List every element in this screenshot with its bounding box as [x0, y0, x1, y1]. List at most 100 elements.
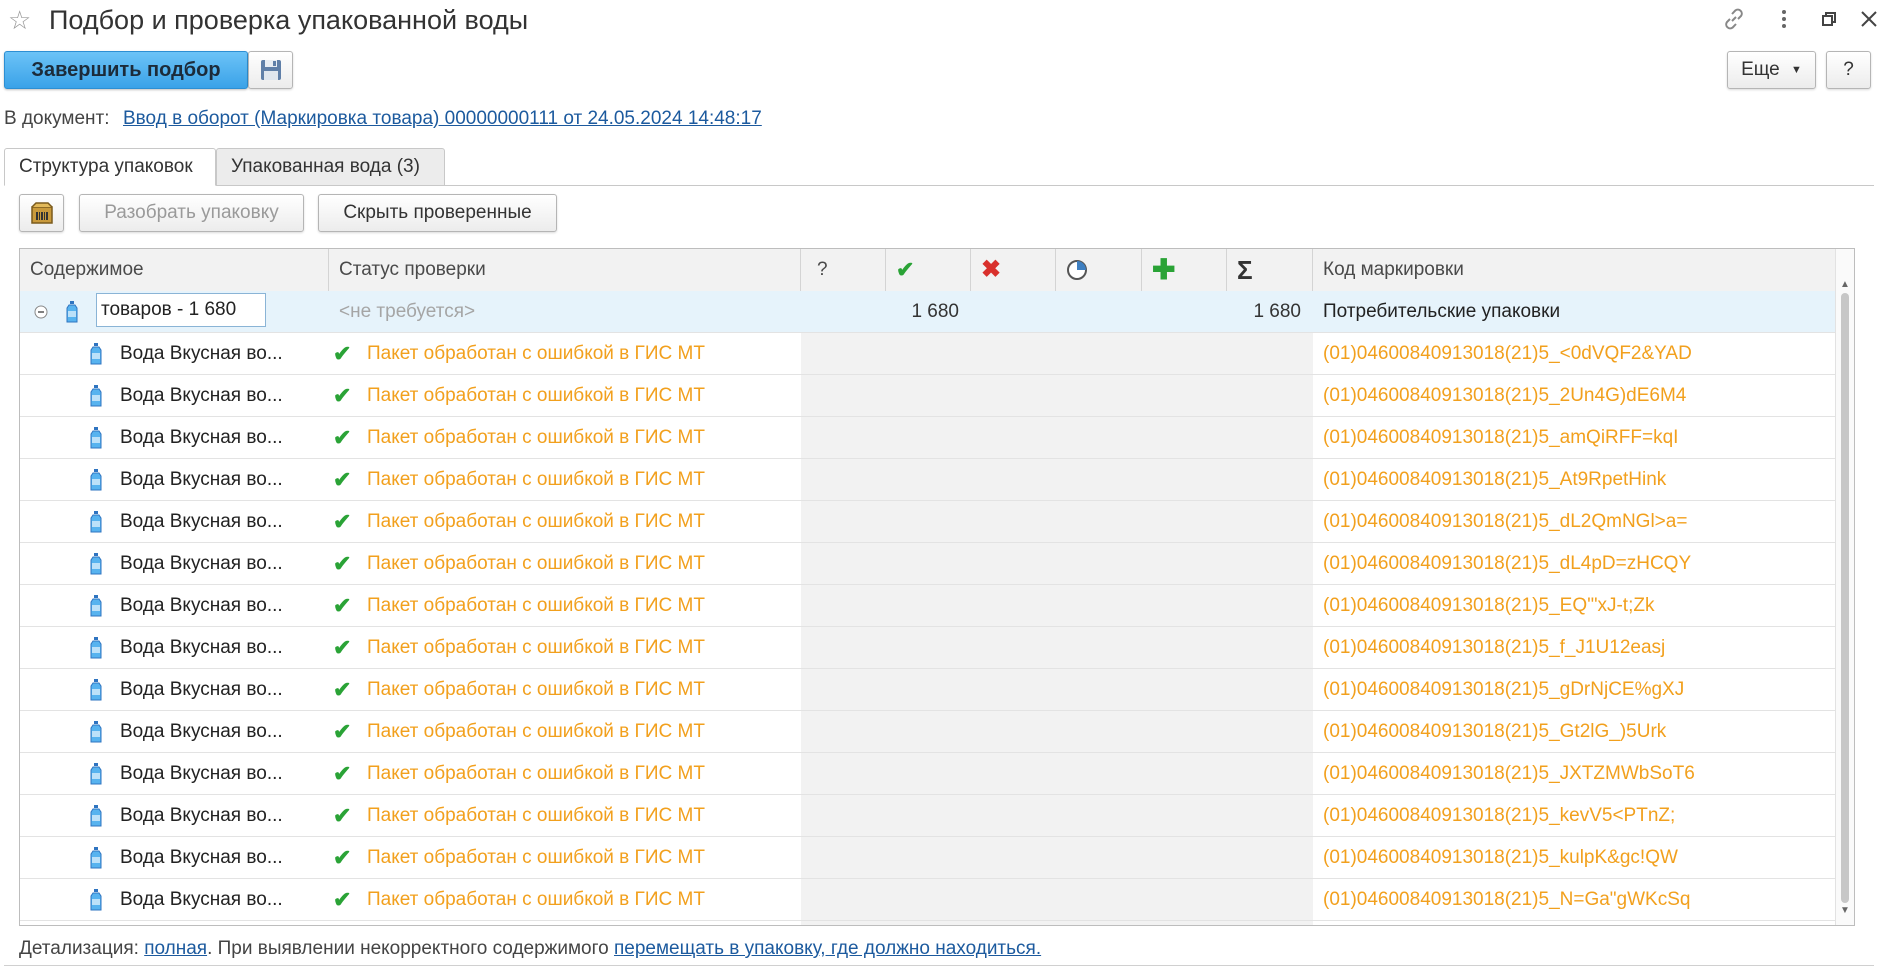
table-row-group[interactable]: товаров - 1 680 <не требуется> 1 680 1 6… — [20, 291, 1837, 333]
item-status: Пакет обработан с ошибкой в ГИС МТ — [367, 427, 705, 448]
column-errors[interactable]: ✖ — [971, 249, 1056, 291]
scrollbar-thumb[interactable] — [1841, 293, 1849, 903]
scroll-down-icon[interactable]: ▼ — [1840, 905, 1850, 916]
red-cross-icon: ✖ — [981, 256, 1002, 283]
item-marking-code: (01)04600840913018(21)5_dL2QmNGl>a= — [1323, 511, 1688, 532]
table-row[interactable]: Вода Вкусная во... ✔ Пакет обработан с оши… — [20, 543, 1837, 585]
item-counts — [801, 375, 1313, 416]
item-counts — [801, 417, 1313, 458]
column-pending[interactable] — [1056, 249, 1142, 291]
green-plus-icon: ✚ — [1152, 254, 1176, 285]
help-button[interactable]: ? — [1826, 51, 1871, 89]
detail-level-link[interactable]: полная — [144, 938, 207, 959]
chevron-down-icon: ▼ — [1791, 64, 1802, 76]
item-status: Пакет обработан с ошибкой в ГИС МТ — [367, 469, 705, 490]
more-vertical-icon[interactable] — [1770, 6, 1798, 34]
table-row[interactable]: Вода Вкусная во... ✔ Пакет обработан с оши… — [20, 795, 1837, 837]
table-row[interactable]: Вода Вкусная во... ✔ Пакет обработан с оши… — [20, 627, 1837, 669]
group-checked-count: 1 680 — [886, 291, 971, 332]
item-content: Вода Вкусная во... — [120, 595, 283, 616]
checkmark-icon: ✔ — [333, 383, 352, 408]
checkmark-icon: ✔ — [333, 887, 352, 912]
item-status: Пакет обработан с ошибкой в ГИС МТ — [367, 679, 705, 700]
link-icon[interactable] — [1720, 6, 1748, 34]
bottle-icon — [90, 459, 110, 500]
item-content: Вода Вкусная во... — [120, 637, 283, 658]
item-status: Пакет обработан с ошибкой в ГИС МТ — [367, 721, 705, 742]
unpack-button[interactable]: Разобрать упаковку — [79, 194, 304, 232]
restore-window-icon[interactable] — [1815, 6, 1843, 34]
scroll-up-icon[interactable]: ▲ — [1840, 279, 1850, 290]
tab-package-structure[interactable]: Структура упаковок — [4, 148, 216, 186]
item-status: Пакет обработан с ошибкой в ГИС МТ — [367, 847, 705, 868]
item-counts — [801, 585, 1313, 626]
finish-selection-button[interactable]: Завершить подбор — [4, 51, 248, 89]
table-row[interactable]: Вода Вкусная во... ✔ Пакет обработан с оши… — [20, 585, 1837, 627]
more-menu-button[interactable]: Еще ▼ — [1727, 51, 1816, 89]
bottle-icon — [90, 669, 110, 710]
table-row[interactable]: Вода Вкусная во... ✔ Пакет обработан с оши… — [20, 333, 1837, 375]
tab-packed-water[interactable]: Упакованная вода (3) — [216, 148, 445, 186]
bottle-icon — [90, 333, 110, 374]
table-row[interactable]: Вода Вкусная во... ✔ Пакет обработан с оши… — [20, 879, 1837, 921]
bottle-icon — [90, 375, 110, 416]
item-marking-code: (01)04600840913018(21)5_<0dVQF2&YAD — [1323, 343, 1692, 364]
package-button[interactable] — [19, 194, 64, 232]
bottle-icon — [90, 585, 110, 626]
bottle-icon — [90, 795, 110, 836]
checkmark-icon: ✔ — [333, 719, 352, 744]
item-status: Пакет обработан с ошибкой в ГИС МТ — [367, 343, 705, 364]
item-content: Вода Вкусная во... — [120, 427, 283, 448]
item-content: Вода Вкусная во... — [120, 385, 283, 406]
item-counts — [801, 795, 1313, 836]
favorite-star-icon[interactable]: ☆ — [8, 4, 31, 36]
column-content[interactable]: Содержимое — [20, 249, 329, 291]
column-check-status[interactable]: Статус проверки — [329, 249, 801, 291]
pie-clock-icon — [1067, 259, 1087, 280]
more-label: Еще — [1741, 59, 1780, 81]
bottle-icon — [90, 711, 110, 752]
floppy-disk-icon — [260, 60, 281, 80]
checkmark-icon: ✔ — [333, 509, 352, 534]
item-content: Вода Вкусная во... — [120, 847, 283, 868]
save-button[interactable] — [248, 51, 293, 89]
item-counts — [801, 669, 1313, 710]
bottle-icon — [90, 753, 110, 794]
collapse-toggle-icon[interactable] — [34, 291, 56, 332]
table-row[interactable]: Вода Вкусная во... ✔ Пакет обработан с оши… — [20, 459, 1837, 501]
document-link[interactable]: Ввод в оборот (Маркировка товара) 000000… — [123, 108, 762, 130]
column-checked[interactable]: ✔ — [886, 249, 971, 291]
column-total[interactable]: Σ — [1227, 249, 1313, 291]
table-row[interactable]: Вода Вкусная во... ✔ Пакет обработан с оши… — [20, 417, 1837, 459]
group-total-count: 1 680 — [1227, 291, 1313, 332]
column-marking-code[interactable]: Код маркировки — [1313, 249, 1837, 291]
item-counts — [801, 711, 1313, 752]
item-marking-code: (01)04600840913018(21)5_2Un4G)dE6M4 — [1323, 385, 1687, 406]
package-box-icon — [30, 202, 53, 224]
vertical-scrollbar[interactable]: ▲ ▼ — [1835, 249, 1854, 925]
item-content: Вода Вкусная во... — [120, 889, 283, 910]
table-row[interactable]: Вода Вкусная во... ✔ Пакет обработан с оши… — [20, 711, 1837, 753]
document-label: В документ: — [4, 108, 110, 129]
column-added[interactable]: ✚ — [1142, 249, 1227, 291]
item-content: Вода Вкусная во... — [120, 343, 283, 364]
item-counts — [801, 879, 1313, 920]
table-row[interactable]: Вода Вкусная во... ✔ Пакет обработан с оши… — [20, 669, 1837, 711]
table-row[interactable]: Вода Вкусная во... ✔ Пакет обработан с оши… — [20, 753, 1837, 795]
item-content: Вода Вкусная во... — [120, 721, 283, 742]
table-row[interactable]: Вода Вкусная во... ✔ Пакет обработан с оши… — [20, 501, 1837, 543]
table-row[interactable]: Вода Вкусная во... ✔ Пакет обработан с оши… — [20, 375, 1837, 417]
item-counts — [801, 627, 1313, 668]
group-content-cell[interactable]: товаров - 1 680 — [96, 293, 266, 327]
move-to-package-link[interactable]: перемещать в упаковку, где должно находи… — [614, 938, 1041, 959]
item-content: Вода Вкусная во... — [120, 553, 283, 574]
checkmark-icon: ✔ — [333, 341, 352, 366]
table-row[interactable]: Вода Вкусная во... ✔ Пакет обработан с оши… — [20, 837, 1837, 879]
item-marking-code: (01)04600840913018(21)5_gDrNjCE%gXJ — [1323, 679, 1685, 700]
column-unknown[interactable]: ? — [801, 249, 886, 291]
bottle-icon — [66, 291, 86, 332]
close-icon[interactable] — [1855, 6, 1882, 34]
checkmark-icon: ✔ — [333, 677, 352, 702]
item-status: Пакет обработан с ошибкой в ГИС МТ — [367, 553, 705, 574]
hide-checked-button[interactable]: Скрыть проверенные — [318, 194, 557, 232]
